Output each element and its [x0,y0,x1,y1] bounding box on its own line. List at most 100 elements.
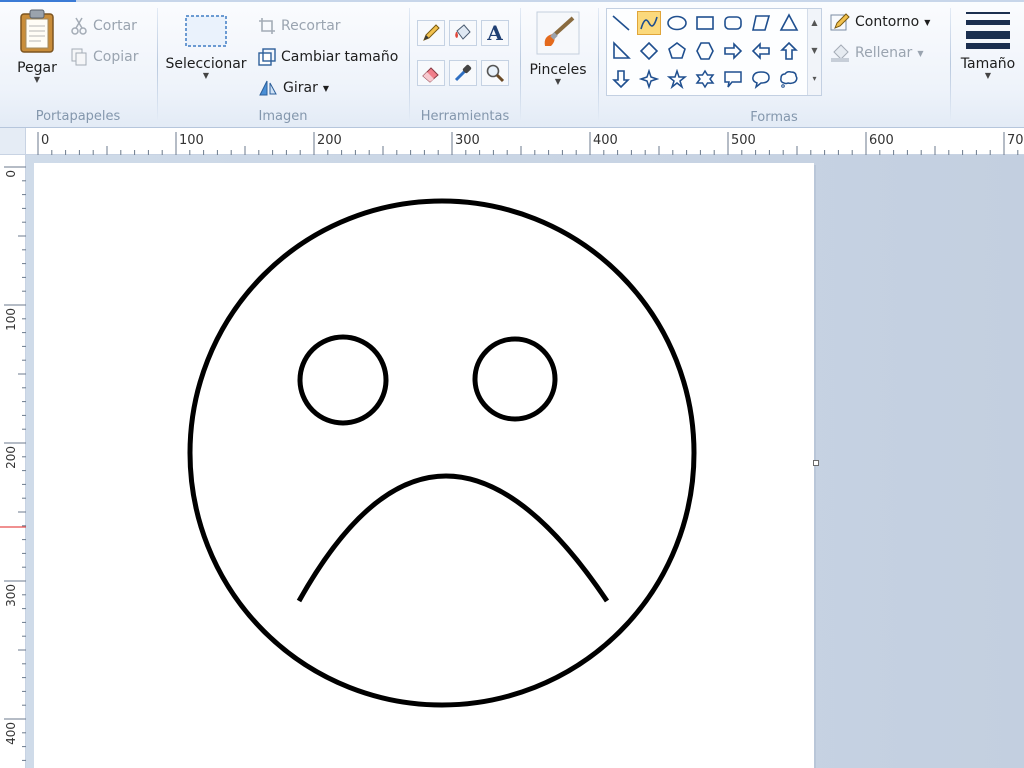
shape-line[interactable] [609,11,633,35]
shape-cloud-callout[interactable] [777,67,801,91]
outline-button[interactable]: Contorno ▼ [830,10,930,34]
paste-button[interactable]: Pegar ▼ [8,8,66,84]
cloud-callout-shape-icon [780,71,798,88]
resize-label: Cambiar tamaño [281,49,399,65]
five-point-star-shape-icon [667,69,687,89]
eraser-icon [422,67,439,83]
pencil-tool[interactable] [417,20,445,46]
shapes-gallery: ▲ ▼ ▾ [606,8,822,96]
vruler-label: 300 [4,584,18,607]
shape-left-arrow[interactable] [749,39,773,63]
rotate-icon [259,80,277,96]
rounded-rectangle-shape-icon [724,16,742,30]
chevron-up-icon[interactable]: ▲ [808,9,821,37]
ruler-corner [0,128,26,155]
cut-button[interactable]: Cortar [70,14,137,38]
shape-oval-callout[interactable] [749,67,773,91]
pentagon-shape-icon [668,42,686,59]
clipboard-icon [20,9,54,53]
hruler-label: 600 [869,133,894,148]
group-imagen: Seleccionar ▼ Recortar Cambiar tamaño Gi… [158,4,408,126]
horizontal-ruler-ticks: 0 100 200 300 400 500 600 700 [37,132,1024,155]
polygon-shape-icon [752,15,771,31]
four-point-star-shape-icon [639,69,659,89]
shape-polygon[interactable] [749,11,773,35]
rect-callout-shape-icon [724,71,742,88]
frown-mouth [296,473,610,603]
crop-button[interactable]: Recortar [258,14,341,38]
fill-shape-label: Rellenar [855,45,913,61]
group-label-portapapeles: Portapapeles [35,109,121,124]
shape-up-arrow[interactable] [777,39,801,63]
shapes-scrollbar[interactable]: ▲ ▼ ▾ [807,9,821,95]
crop-icon [259,18,275,34]
vruler-label: 100 [4,308,18,331]
fill-shape-button[interactable]: Rellenar ▼ [830,41,923,65]
hruler-label: 700 [1007,133,1024,148]
shape-five-point-star[interactable] [665,67,689,91]
chevron-down-icon: ▼ [984,71,992,80]
brushes-button[interactable]: Pinceles ▼ [526,10,590,86]
chevron-down-icon: ▼ [322,83,329,93]
shape-six-point-star[interactable] [693,67,717,91]
shape-right-arrow[interactable] [721,39,745,63]
shape-down-arrow[interactable] [609,67,633,91]
shape-pentagon[interactable] [665,39,689,63]
left-eye [297,334,389,426]
eraser-tool[interactable] [417,60,445,86]
cut-label: Cortar [93,18,137,34]
copy-button[interactable]: Copiar [70,45,138,69]
shape-right-triangle[interactable] [609,39,633,63]
hruler-label: 100 [179,133,204,148]
line-shape-icon [612,15,630,31]
color-picker-tool[interactable] [449,60,477,86]
line-size-icon [966,12,1010,49]
crop-label: Recortar [281,18,341,34]
copy-icon [71,48,87,66]
brushes-label: Pinceles [529,62,587,78]
group-label-imagen: Imagen [258,109,308,124]
resize-button[interactable]: Cambiar tamaño [258,45,398,69]
chevron-down-icon: ▼ [202,71,210,80]
text-tool[interactable]: A [481,20,509,46]
vruler-label: 200 [4,446,18,469]
size-label: Tamaño [960,56,1016,72]
chevron-down-icon[interactable]: ▼ [808,37,821,65]
shape-oval[interactable] [665,11,689,35]
down-arrow-shape-icon [612,70,630,89]
canvas-resize-handle-right[interactable] [813,460,819,466]
hruler-label: 400 [593,133,618,148]
scissors-icon [71,17,87,35]
group-portapapeles: Pegar ▼ Cortar Copiar Portapapeles [0,4,156,126]
magnifier-icon [486,64,505,83]
shape-hexagon[interactable] [693,39,717,63]
drawing-canvas[interactable] [34,163,814,768]
shape-rectangle[interactable] [693,11,717,35]
group-label-formas: Formas [750,110,798,125]
oval-callout-shape-icon [752,71,770,89]
diamond-shape-icon [639,41,659,61]
shape-curve[interactable] [637,11,661,35]
hruler-label: 0 [41,133,49,148]
color-picker-icon [454,64,472,82]
shape-four-point-star[interactable] [637,67,661,91]
rotate-button[interactable]: Girar ▼ [258,76,329,100]
magnifier-tool[interactable] [481,60,509,86]
shape-rounded-rectangle[interactable] [721,11,745,35]
expand-gallery-icon[interactable]: ▾ [808,65,821,93]
select-button[interactable]: Seleccionar ▼ [164,12,248,80]
shape-rect-callout[interactable] [721,67,745,91]
fill-tool[interactable] [449,20,477,46]
triangle-shape-icon [779,13,799,31]
text-icon: A [487,21,503,45]
shape-diamond[interactable] [637,39,661,63]
six-point-star-shape-icon [695,69,715,89]
resize-icon [258,48,276,66]
group-label-herramientas: Herramientas [420,109,510,124]
rectangle-shape-icon [696,16,714,30]
vruler-label: 400 [4,722,18,745]
fill-shape-icon [831,44,849,62]
size-button[interactable]: Tamaño ▼ [956,10,1020,80]
shape-triangle[interactable] [777,11,801,35]
select-label: Seleccionar [165,56,247,72]
